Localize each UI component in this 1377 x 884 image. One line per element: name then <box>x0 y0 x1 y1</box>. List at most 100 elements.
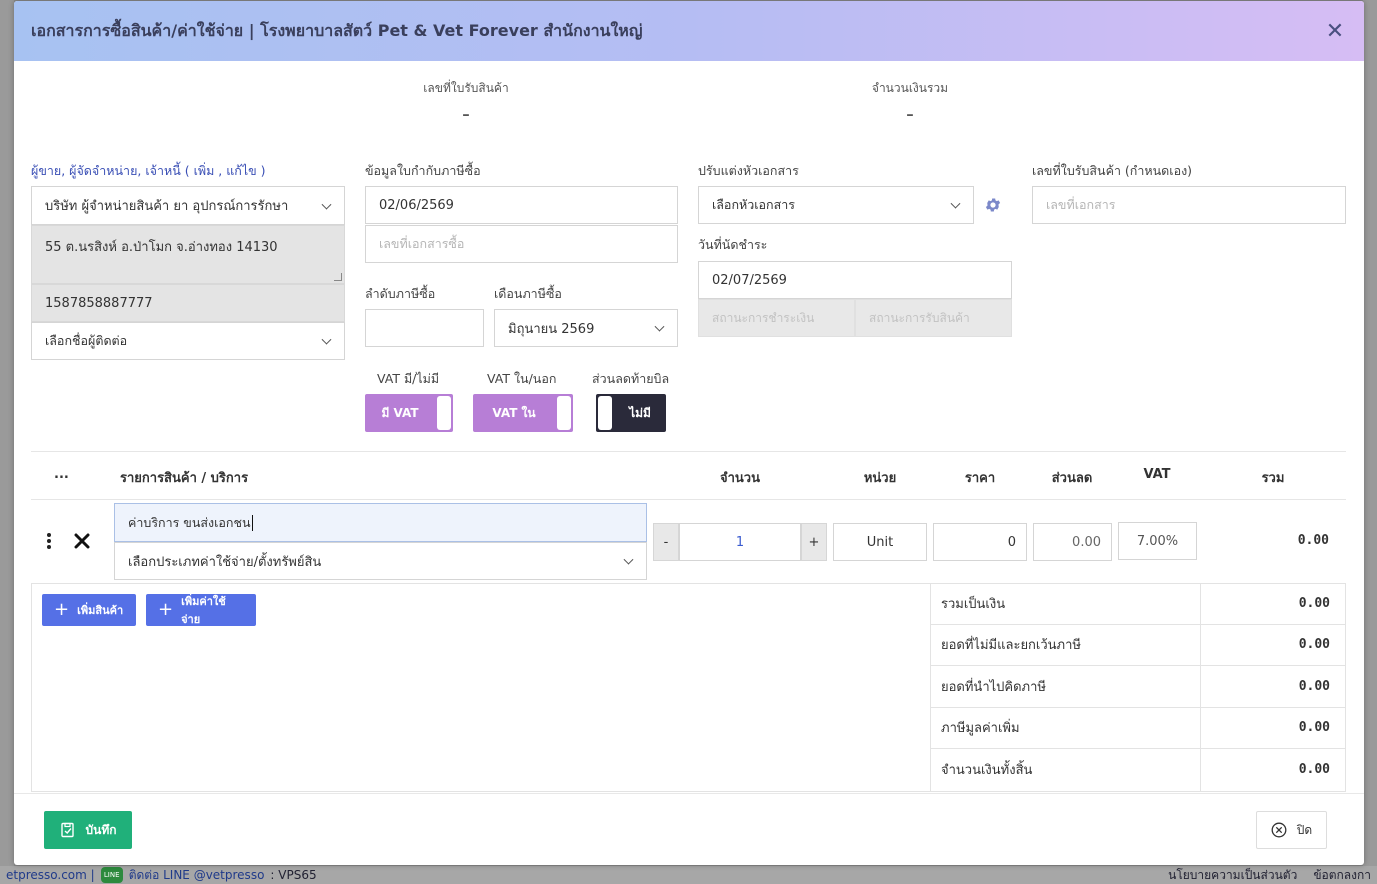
plus-icon: + <box>158 599 174 620</box>
background-page-left <box>0 0 14 884</box>
vat-toggle-label: VAT มี/ไม่มี <box>377 371 440 386</box>
discount-toggle-text: ไม่มี <box>629 405 651 420</box>
footer-privacy-link[interactable]: นโยบายความเป็นส่วนตัว <box>1168 866 1297 884</box>
payment-status-field: สถานะการชำระเงิน <box>698 299 855 337</box>
tax-month-value: มิถุนายน 2569 <box>508 321 595 337</box>
close-icon[interactable]: ✕ <box>1323 19 1347 44</box>
vat-amount-value: 0.00 <box>1298 720 1330 736</box>
vat-type-toggle-knob <box>557 396 571 430</box>
header-unit: หน่วย <box>863 471 897 486</box>
price-input[interactable]: 0 <box>933 523 1027 561</box>
close-circle-icon <box>1271 822 1287 838</box>
grand-total-label: จำนวนเงินทั้งสิ้น <box>931 749 1201 791</box>
vendor-select[interactable]: บริษัท ผู้จำหน่ายสินค้า ยา อุปกรณ์การรัก… <box>31 186 345 225</box>
footer-line-link[interactable]: ติดต่อ LINE @vetpresso <box>129 866 265 884</box>
discount-input[interactable]: 0.00 <box>1033 523 1112 561</box>
contact-placeholder: เลือกชื่อผู้ติดต่อ <box>45 333 128 348</box>
background-page-right <box>1363 0 1377 884</box>
footer-site-link[interactable]: etpresso.com | <box>6 868 95 882</box>
vendor-tax-id: 1587858887777 <box>45 295 153 311</box>
custom-receipt-input[interactable]: เลขที่เอกสาร <box>1032 186 1346 224</box>
non-taxable-label: ยอดที่ไม่มีและยกเว้นภาษี <box>931 624 1201 665</box>
tax-order-label: ลำดับภาษีซื้อ <box>365 286 436 301</box>
doc-header-label: ปรับแต่งหัวเอกสาร <box>698 163 799 178</box>
discount-toggle-knob <box>598 396 612 430</box>
taxable-value: 0.00 <box>1298 678 1330 694</box>
modal-title: เอกสารการซื้อสินค้า/ค่าใช้จ่าย | โรงพยาบ… <box>31 20 643 40</box>
qty-input[interactable]: 1 <box>679 523 801 561</box>
taxable-label: ยอดที่นำไปคิดภาษี <box>931 666 1201 707</box>
header-vat: VAT <box>1143 467 1171 482</box>
remove-row-icon[interactable] <box>72 531 92 551</box>
totals-row: ยอดที่นำไปคิดภาษี 0.00 <box>931 666 1346 708</box>
totals-table: รวมเป็นเงิน 0.00 ยอดที่ไม่มีและยกเว้นภาษ… <box>930 583 1346 791</box>
save-label: บันทึก <box>85 822 117 837</box>
table-top-divider <box>31 451 1346 452</box>
vat-type-toggle[interactable]: VAT ใน <box>473 394 573 432</box>
save-icon <box>60 822 74 838</box>
vat-rate-input[interactable]: 7.00% <box>1118 522 1197 560</box>
subtotal-label: รวมเป็นเงิน <box>931 583 1201 624</box>
receipt-number-value: - <box>462 102 470 127</box>
totals-row: ภาษีมูลค่าเพิ่ม 0.00 <box>931 707 1346 749</box>
header-item: รายการสินค้า / บริการ <box>120 471 249 486</box>
row-menu-icon[interactable] <box>42 531 56 551</box>
plus-icon: + <box>54 599 70 620</box>
footer-line-suffix: : VPS65 <box>270 868 317 882</box>
due-date-input[interactable]: 02/07/2569 <box>698 261 1012 299</box>
totals-row: รวมเป็นเงิน 0.00 <box>931 583 1346 625</box>
qty-decrement-button[interactable]: - <box>653 523 679 561</box>
header-total: รวม <box>1261 471 1285 486</box>
doc-header-value: เลือกหัวเอกสาร <box>712 197 795 212</box>
vendor-address-field[interactable]: 55 ต.นรสิงห์ อ.ป่าโมก จ.อ่างทอง 14130 <box>31 225 345 284</box>
vendor-address: 55 ต.นรสิงห์ อ.ป่าโมก จ.อ่างทอง 14130 <box>45 240 278 255</box>
tax-month-select[interactable]: มิถุนายน 2569 <box>494 309 678 347</box>
discount-toggle-label: ส่วนลดท้ายบิล <box>592 371 670 386</box>
item-name-input[interactable]: ค่าบริการ ขนส่งเอกชน <box>114 503 647 542</box>
summary-bar: เลขที่ใบรับสินค้า - จำนวนเงินรวม - <box>14 79 1364 139</box>
vat-amount-label: ภาษีมูลค่าเพิ่ม <box>931 707 1201 748</box>
footer-terms-link[interactable]: ข้อตกลงกา <box>1313 866 1371 884</box>
vat-type-toggle-label: VAT ใน/นอก <box>487 371 557 386</box>
vat-toggle-text: มี VAT <box>381 405 419 420</box>
doc-header-select[interactable]: เลือกหัวเอกสาร <box>698 186 974 224</box>
gear-icon[interactable] <box>984 196 1002 214</box>
vendor-tax-id-field: 1587858887777 <box>31 284 345 322</box>
unit-input[interactable]: Unit <box>833 523 927 561</box>
qty-increment-button[interactable]: + <box>801 523 827 561</box>
line-icon: LINE <box>100 867 123 883</box>
non-taxable-value: 0.00 <box>1298 637 1330 653</box>
vendor-label[interactable]: ผู้ขาย, ผู้จัดจำหน่าย, เจ้าหนี้ ( เพิ่ม … <box>31 161 266 181</box>
due-date-label: วันที่นัดชำระ <box>698 237 768 252</box>
subtotal-value: 0.00 <box>1298 595 1330 611</box>
header-qty: จำนวน <box>720 471 760 486</box>
contact-select[interactable]: เลือกชื่อผู้ติดต่อ <box>31 322 345 360</box>
discount-toggle[interactable]: ไม่มี <box>596 394 666 432</box>
custom-receipt-placeholder: เลขที่เอกสาร <box>1046 197 1116 212</box>
close-button[interactable]: ปิด <box>1256 811 1327 849</box>
add-expense-button[interactable]: + เพิ่มค่าใช้จ่าย <box>146 594 256 626</box>
vendor-selected: บริษัท ผู้จำหน่ายสินค้า ยา อุปกรณ์การรัก… <box>45 199 289 214</box>
purchase-doc-number-input[interactable]: เลขที่เอกสารซื้อ <box>365 225 678 263</box>
vat-toggle[interactable]: มี VAT <box>365 394 453 432</box>
expense-category-select[interactable]: เลือกประเภทค่าใช้จ่าย/ตั้งทรัพย์สิน <box>114 542 647 580</box>
totals-row: ยอดที่ไม่มีและยกเว้นภาษี 0.00 <box>931 624 1346 666</box>
receive-status-field: สถานะการรับสินค้า <box>855 299 1012 337</box>
row-total-value: 0.00 <box>1297 533 1329 548</box>
receive-status-placeholder: สถานะการรับสินค้า <box>869 310 970 325</box>
save-button[interactable]: บันทึก <box>44 811 132 849</box>
tax-month-label: เดือนภาษีซื้อ <box>494 286 562 301</box>
header-discount: ส่วนลด <box>1051 471 1093 486</box>
tax-invoice-date-input[interactable]: 02/06/2569 <box>365 186 678 224</box>
receipt-number-label: เลขที่ใบรับสินค้า <box>423 81 509 95</box>
add-product-label: เพิ่มสินค้า <box>77 604 124 617</box>
add-product-button[interactable]: + เพิ่มสินค้า <box>42 594 136 626</box>
background-footer: etpresso.com | LINE ติดต่อ LINE @vetpres… <box>0 866 1377 884</box>
item-name-value: ค่าบริการ ขนส่งเอกชน <box>128 514 251 530</box>
tax-order-input[interactable] <box>365 309 484 347</box>
payment-status-placeholder: สถานะการชำระเงิน <box>712 310 815 325</box>
header-menu: ... <box>54 467 69 482</box>
resize-grip-icon[interactable] <box>334 273 342 281</box>
receipt-number-summary: เลขที่ใบรับสินค้า - <box>406 79 526 127</box>
text-cursor <box>251 514 253 531</box>
